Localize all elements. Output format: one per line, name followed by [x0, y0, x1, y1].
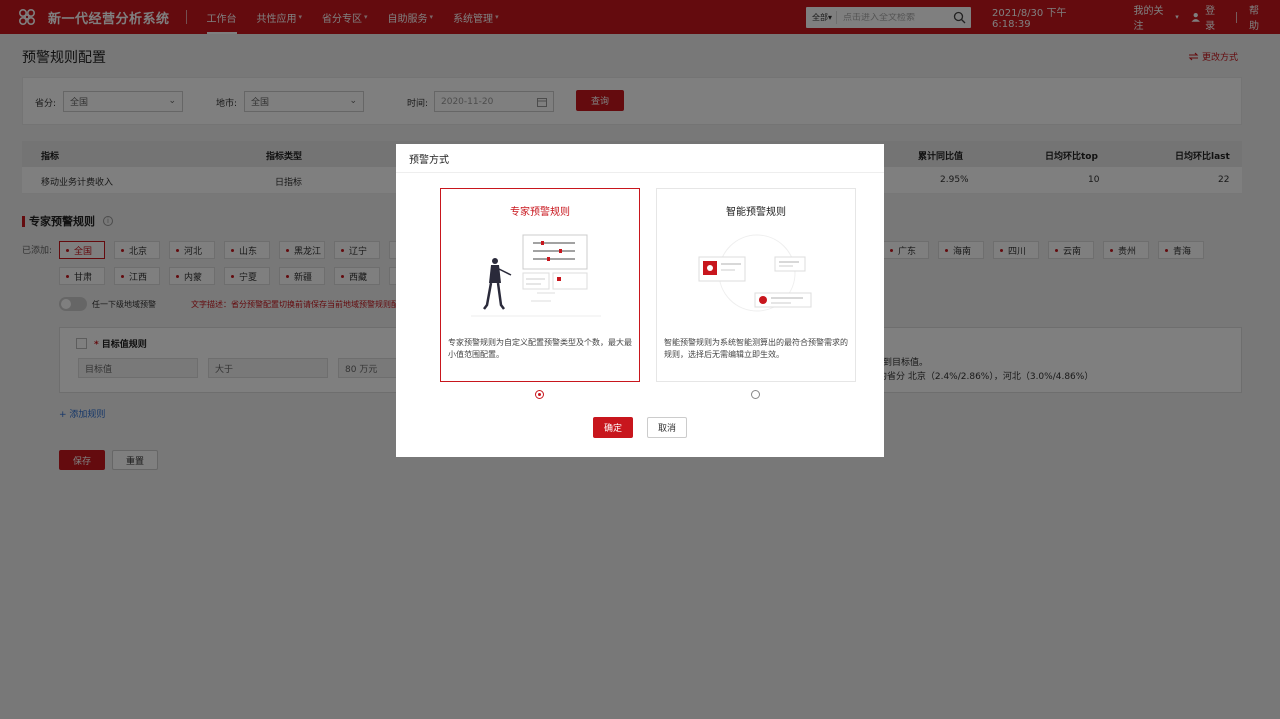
confirm-button[interactable]: 确定 — [593, 417, 633, 438]
expert-rule-radio[interactable] — [535, 390, 544, 399]
expert-rule-option-card[interactable]: 专家预警规则 专家预警规则为自定义配置预警类型及个数，最大最小值范围配置。 — [440, 188, 640, 382]
dialog-title: 预警方式 — [396, 144, 884, 173]
option-description: 专家预警规则为自定义配置预警类型及个数，最大最小值范围配置。 — [448, 338, 632, 359]
smart-rule-radio[interactable] — [751, 390, 760, 399]
smart-rule-option-card[interactable]: 智能预警规则 智能预警规则为系统智能测算出的最符合预警需求的规则，选择后无需编辑… — [656, 188, 856, 382]
smart-illustration-icon — [698, 234, 812, 312]
option-title: 专家预警规则 — [510, 207, 570, 218]
option-title: 智能预警规则 — [726, 207, 786, 218]
alert-mode-dialog: 预警方式 专家预警规则 专家预警规则为自定义配置预警类型及个数，最大最小值范围配… — [396, 144, 884, 457]
option-description: 智能预警规则为系统智能测算出的最符合预警需求的规则，选择后无需编辑立即生效。 — [664, 338, 848, 359]
cancel-button[interactable]: 取消 — [647, 417, 687, 438]
expert-illustration-icon — [471, 234, 601, 317]
